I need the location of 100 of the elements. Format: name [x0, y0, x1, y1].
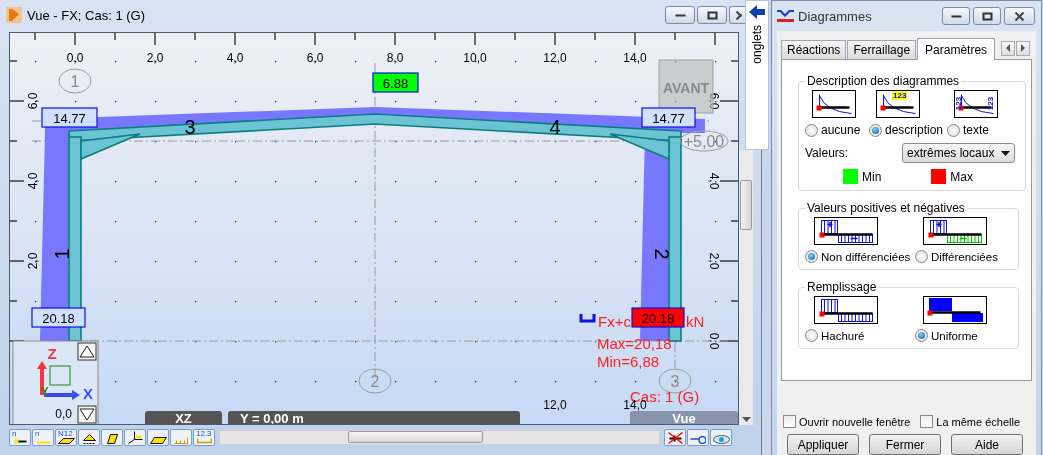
swatch-label: Min [862, 169, 882, 184]
group-title: Description des diagrammes [806, 74, 961, 88]
ruler-label: 2,0 [146, 51, 164, 65]
field-label: Valeurs: [805, 146, 849, 160]
checkbox[interactable] [920, 415, 934, 428]
group-title: Valeurs positives et négatives [806, 201, 966, 215]
toolbar-button[interactable] [664, 428, 686, 446]
maximize-icon [981, 11, 993, 21]
maximize-button[interactable] [697, 6, 727, 24]
crossed-support-icon [667, 431, 683, 444]
radio-label: description [885, 123, 944, 137]
left-arrow-icon [1005, 44, 1011, 52]
radio-button[interactable] [805, 250, 818, 263]
dimension-icon [196, 437, 212, 444]
diagram-style-button[interactable]: 123 [876, 90, 920, 118]
dialog-button[interactable]: Aide [951, 434, 1023, 455]
app-icon [6, 7, 22, 23]
tab-scroll-button[interactable] [1016, 40, 1030, 56]
radio-button[interactable] [805, 123, 818, 137]
axes-icon [127, 430, 143, 444]
ruler-label: 4,0 [707, 172, 721, 190]
caret-icon [1001, 150, 1010, 156]
curve-icon [880, 94, 916, 114]
diagram-style-button[interactable]: 123 123 [954, 90, 998, 118]
group-title: Remplissage [806, 280, 878, 294]
scroll-thumb[interactable] [348, 431, 483, 443]
legend-text: kN [686, 313, 705, 330]
radio-button[interactable] [947, 123, 960, 137]
radio-label: Différenciées [931, 250, 998, 263]
toolbar-button[interactable]: 12.3 [193, 428, 215, 446]
diagram-style-button[interactable] [923, 296, 987, 324]
radio-label: texte [963, 123, 989, 137]
tab-scroll-button[interactable] [1001, 40, 1015, 56]
toolbar-button[interactable] [147, 428, 169, 446]
window-title: Vue - FX; Cas: 1 (G) [27, 7, 145, 23]
axis-label: Y [41, 385, 49, 397]
toolbar-button[interactable] [101, 428, 123, 446]
ruler-label: 4,0 [226, 51, 244, 65]
maximize-button[interactable] [973, 7, 1001, 25]
tab-label: onglets [750, 25, 764, 64]
radio-button[interactable] [805, 329, 818, 342]
eye-icon [712, 434, 730, 444]
right-arrow-icon [1020, 44, 1026, 52]
diagram-style-button[interactable] [812, 90, 856, 118]
axis-triad-icon [37, 361, 80, 400]
radio-button[interactable] [915, 329, 928, 342]
dialog-button[interactable]: Fermer [869, 434, 941, 455]
node-icon [35, 440, 51, 444]
checkbox-label: Ouvrir nouvelle fenêtre [799, 415, 911, 428]
hatched-fill-icon [819, 219, 873, 243]
tab[interactable]: Ferraillage [847, 40, 917, 59]
value-label: 6.88 [372, 72, 419, 93]
horizontal-scrollbar[interactable] [219, 429, 660, 445]
member-number: 4 [549, 116, 561, 138]
tab[interactable]: Paramètres [917, 38, 996, 60]
values-dropdown[interactable]: extrêmes locaux [902, 143, 1015, 163]
window-title: Diagrammes [798, 8, 872, 24]
axis-marker: 2 [358, 368, 392, 394]
solid-fill-icon [927, 298, 983, 322]
minimize-icon [674, 13, 686, 17]
toolbar-button[interactable]: n [9, 428, 31, 446]
toolbar-button[interactable] [78, 428, 100, 446]
radio-button[interactable] [869, 123, 882, 137]
close-button[interactable] [1004, 7, 1035, 25]
tab[interactable]: Réactions [781, 40, 847, 59]
swatch-label: Max [950, 169, 973, 184]
ruler-label: 0,0 [55, 407, 72, 421]
checkbox-label: La même échelle [936, 415, 1021, 428]
down-arrow-icon[interactable] [741, 417, 751, 423]
value-label: 14.77 [641, 107, 696, 128]
left-arrow-icon [749, 5, 765, 19]
ruler-label: 4,0 [26, 172, 40, 190]
diagram-style-button[interactable] [923, 217, 987, 245]
radio-label: Hachuré [821, 329, 865, 342]
ruler-label: 12,0 [543, 51, 567, 65]
node-icon [13, 438, 27, 444]
ruler-label: 0,0 [66, 51, 84, 65]
ruler-label: 10,0 [463, 51, 487, 65]
toolbar-button[interactable]: N12 [55, 428, 77, 446]
radio-button[interactable] [915, 250, 928, 263]
curve-icon [816, 94, 852, 114]
vertical-scrollbar[interactable] [739, 150, 753, 425]
down-arrow-button[interactable] [77, 405, 97, 424]
up-arrow-button[interactable] [77, 342, 97, 361]
diagram-style-button[interactable] [814, 217, 878, 245]
hatched-fill-icon [819, 298, 873, 322]
level-marker: +5,00 [679, 130, 729, 152]
checkbox[interactable] [783, 415, 796, 428]
close-button[interactable] [729, 6, 745, 24]
toolbar-button[interactable]: n [32, 428, 54, 446]
key-icon [689, 435, 707, 444]
diagram-style-button[interactable] [814, 296, 878, 324]
toolbar-button[interactable] [124, 428, 146, 446]
ruler-label: 6,0 [26, 92, 40, 110]
side-tab[interactable]: onglets [745, 0, 769, 150]
ruler-label: 0,0 [707, 332, 721, 350]
curve-icon [958, 94, 994, 114]
axis-label: Z [47, 345, 57, 362]
dialog-button[interactable]: Appliquer [787, 434, 859, 455]
scroll-thumb[interactable] [740, 180, 752, 230]
